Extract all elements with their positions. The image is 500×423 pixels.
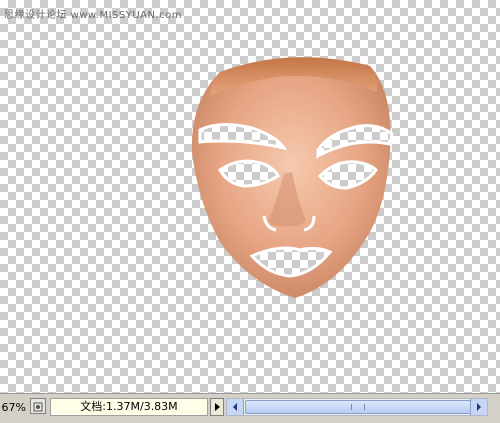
scroll-left-arrow-icon: [233, 403, 237, 411]
watermark-text: 思缘设计论坛 www.MISSYUAN.com: [4, 10, 183, 21]
scroll-thumb[interactable]: [245, 400, 471, 414]
scroll-right-button[interactable]: [470, 399, 487, 415]
horizontal-scrollbar[interactable]: [226, 398, 488, 416]
document-size-info: 文档:1.37M/3.83M: [50, 398, 208, 416]
zoom-level[interactable]: 67%: [0, 400, 26, 416]
status-menu-button[interactable]: [210, 398, 224, 416]
scroll-right-arrow-icon: [477, 403, 481, 411]
resize-corner: [490, 398, 500, 416]
triangle-right-icon: [215, 403, 220, 411]
scroll-left-button[interactable]: [227, 399, 244, 415]
status-bar: 67% 文档:1.37M/3.83M: [0, 393, 500, 423]
doc-status-icon[interactable]: [30, 398, 46, 414]
scroll-grip-icon: [351, 404, 365, 410]
face-cutout-layer: [191, 57, 394, 298]
document-canvas[interactable]: 思缘设计论坛 www.MISSYUAN.com: [0, 0, 500, 393]
